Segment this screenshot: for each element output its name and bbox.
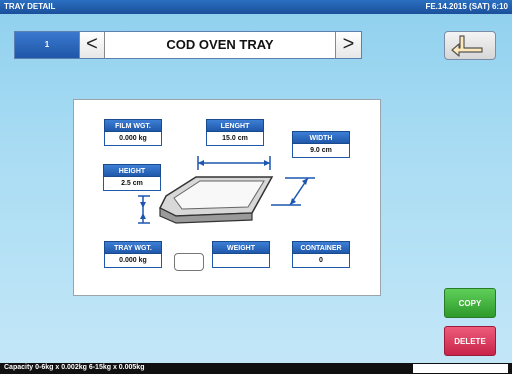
width-value: 9.0 cm <box>292 144 350 158</box>
film-weight-label: FILM WGT. <box>104 119 162 132</box>
record-number[interactable]: 1 <box>15 32 79 58</box>
film-weight-value: 0.000 kg <box>104 132 162 146</box>
weight-label: WEIGHT <box>212 241 270 254</box>
width-field[interactable]: WIDTH 9.0 cm <box>292 131 350 158</box>
title-bar: TRAY DETAIL FE.14.2015 (SAT) 6:10 <box>0 0 512 14</box>
length-field[interactable]: LENGHT 15.0 cm <box>206 119 264 146</box>
blank-toggle-button[interactable] <box>174 253 204 271</box>
record-navigator: 1 < COD OVEN TRAY > <box>14 31 362 59</box>
record-title[interactable]: COD OVEN TRAY <box>107 32 333 58</box>
copy-button[interactable]: COPY <box>444 288 496 318</box>
container-value: 0 <box>292 254 350 268</box>
status-box <box>413 364 508 373</box>
datetime: FE.14.2015 (SAT) 6:10 <box>425 2 508 11</box>
tray-weight-label: TRAY WGT. <box>104 241 162 254</box>
length-label: LENGHT <box>206 119 264 132</box>
screen-title: TRAY DETAIL <box>4 2 56 11</box>
tray-weight-value: 0.000 kg <box>104 254 162 268</box>
container-label: CONTAINER <box>292 241 350 254</box>
return-arrow-icon <box>451 35 483 57</box>
tray-weight-field[interactable]: TRAY WGT. 0.000 kg <box>104 241 162 268</box>
weight-field[interactable]: WEIGHT <box>212 241 270 268</box>
width-label: WIDTH <box>292 131 350 144</box>
capacity-text: Capacity 0-6kg x 0.002kg 6-15kg x 0.005k… <box>4 364 145 371</box>
length-value: 15.0 cm <box>206 132 264 146</box>
height-label: HEIGHT <box>103 164 161 177</box>
tray-icon <box>138 156 315 224</box>
delete-button[interactable]: DELETE <box>444 326 496 356</box>
previous-button[interactable]: < <box>79 32 105 58</box>
height-value: 2.5 cm <box>103 177 161 191</box>
container-field[interactable]: CONTAINER 0 <box>292 241 350 268</box>
status-bar: Capacity 0-6kg x 0.002kg 6-15kg x 0.005k… <box>0 363 512 374</box>
weight-value <box>212 254 270 268</box>
height-field[interactable]: HEIGHT 2.5 cm <box>103 164 161 191</box>
film-weight-field[interactable]: FILM WGT. 0.000 kg <box>104 119 162 146</box>
return-button[interactable] <box>444 31 496 60</box>
next-button[interactable]: > <box>335 32 361 58</box>
